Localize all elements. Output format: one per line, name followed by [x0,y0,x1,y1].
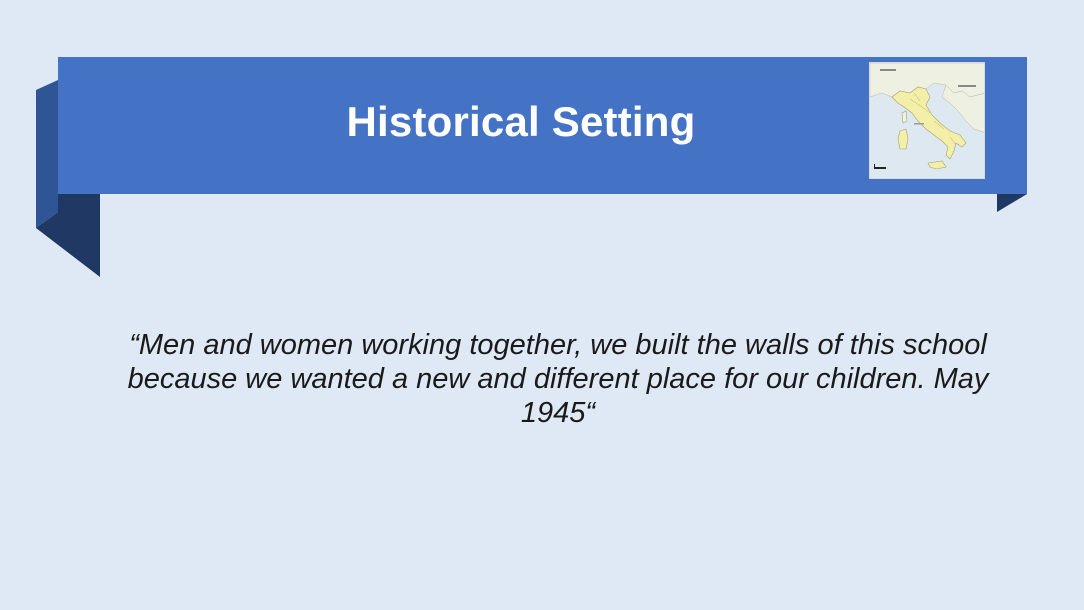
ribbon-left-tail [36,80,58,228]
historical-quote: “Men and women working together, we buil… [127,329,989,429]
italy-map-icon [869,62,985,179]
slide-title: Historical Setting [346,97,696,145]
slide: Historical Setting “Men and women workin… [0,0,1084,610]
ribbon-left-fold-top [58,194,100,212]
